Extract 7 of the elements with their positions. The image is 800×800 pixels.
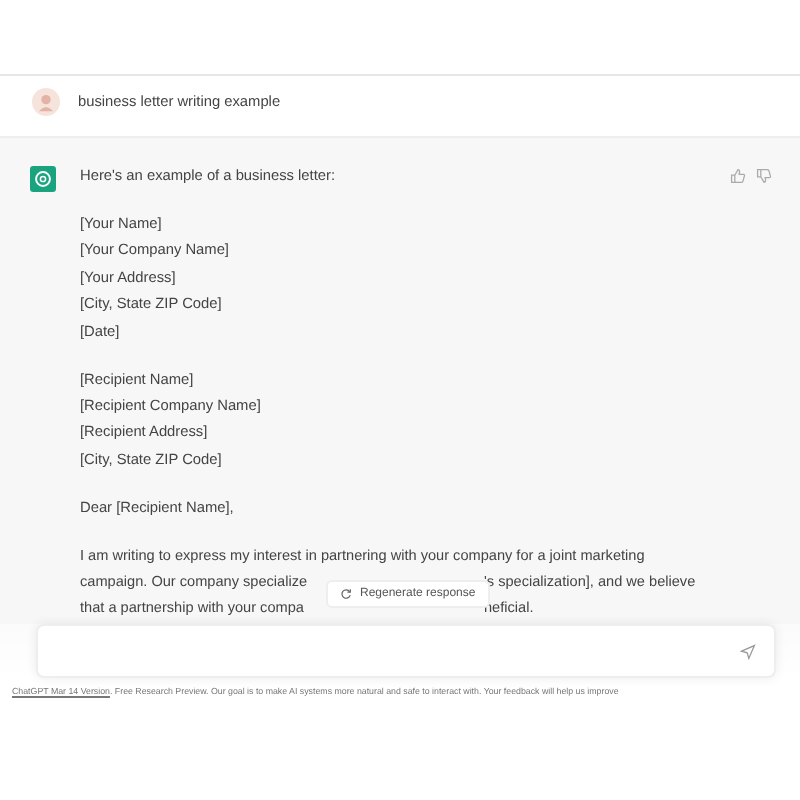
send-icon[interactable] [740, 643, 756, 659]
thumbs-down-icon[interactable] [756, 168, 772, 184]
user-avatar [32, 88, 60, 116]
refresh-icon [340, 588, 352, 600]
thumbs-up-icon[interactable] [730, 168, 746, 184]
assistant-logo-icon [30, 166, 56, 192]
message-input[interactable] [36, 624, 776, 678]
